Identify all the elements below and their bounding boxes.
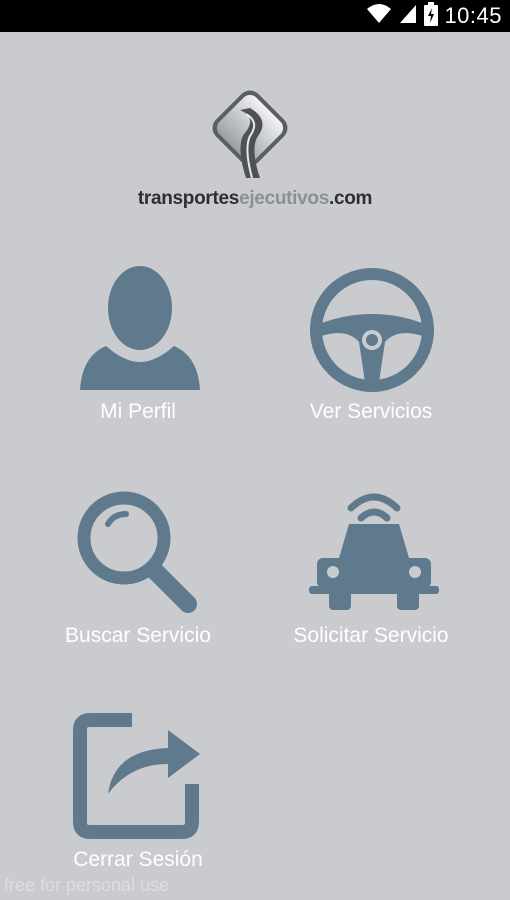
menu-item-mi-perfil[interactable]: Mi Perfil	[50, 260, 226, 435]
wifi-icon	[366, 3, 392, 30]
menu-label-ver-servicios: Ver Servicios	[309, 400, 433, 423]
menu-label-cerrar-sesion: Cerrar Sesión	[73, 848, 203, 871]
menu-item-ver-servicios[interactable]: Ver Servicios	[283, 260, 459, 435]
menu-label-solicitar-servicio: Solicitar Servicio	[293, 624, 449, 647]
car-signal-icon	[309, 493, 439, 610]
user-icon	[80, 266, 200, 390]
wordmark-primary: transportes	[137, 188, 240, 209]
battery-charging-icon	[424, 1, 439, 31]
status-time: 10:45	[444, 3, 502, 28]
steering-wheel-icon	[310, 268, 434, 392]
menu-item-cerrar-sesion[interactable]: Cerrar Sesión	[50, 708, 226, 878]
share-exit-icon	[73, 713, 200, 839]
menu-item-solicitar-servicio[interactable]: Solicitar Servicio	[283, 484, 459, 659]
menu-label-mi-perfil: Mi Perfil	[100, 400, 176, 423]
wordmark-accent: ejecutivos	[239, 188, 329, 209]
watermark-text: free for personal use	[4, 875, 170, 895]
status-bar: 10:45	[0, 0, 510, 32]
wordmark-suffix: .com	[329, 188, 373, 209]
status-icons: 10:45	[366, 1, 502, 31]
cell-signal-icon	[398, 3, 418, 30]
search-icon	[77, 491, 197, 613]
brand-logo: transportesejecutivos.com	[130, 82, 380, 214]
brand-wordmark: transportesejecutivos.com	[130, 188, 380, 210]
menu-label-buscar-servicio: Buscar Servicio	[65, 624, 211, 647]
road-logo-icon	[212, 90, 288, 179]
menu-item-buscar-servicio[interactable]: Buscar Servicio	[50, 484, 226, 659]
